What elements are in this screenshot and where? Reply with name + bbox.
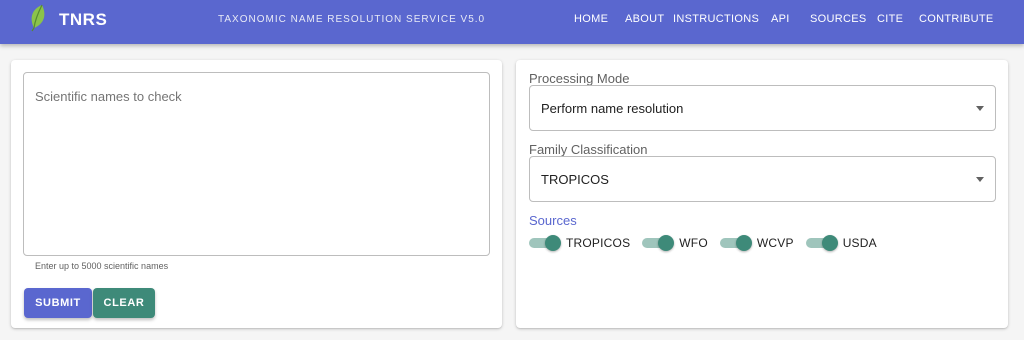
- options-card: Processing Mode Perform name resolution …: [516, 60, 1008, 328]
- processing-mode-value: Perform name resolution: [541, 101, 684, 116]
- family-classification-select[interactable]: TROPICOS: [529, 156, 996, 202]
- names-card: Scientific names to check Enter up to 50…: [11, 60, 502, 328]
- names-placeholder: Scientific names to check: [35, 89, 182, 104]
- source-label-tropicos: TROPICOS: [566, 236, 631, 250]
- source-toggle-wfo[interactable]: WFO: [642, 235, 708, 251]
- family-classification-value: TROPICOS: [541, 172, 609, 187]
- source-label-wfo: WFO: [679, 236, 708, 250]
- toggle-switch[interactable]: [805, 235, 838, 251]
- brand-name[interactable]: TNRS: [59, 10, 107, 30]
- clear-button[interactable]: CLEAR: [93, 288, 155, 318]
- nav-home[interactable]: HOME: [574, 13, 608, 25]
- sources-toggles: TROPICOS WFO WCVP USDA: [529, 235, 889, 251]
- leaf-icon[interactable]: [28, 4, 48, 32]
- toggle-switch[interactable]: [719, 235, 752, 251]
- nav-about[interactable]: ABOUT: [625, 13, 664, 25]
- toggle-switch[interactable]: [642, 235, 675, 251]
- sources-label: Sources: [529, 213, 577, 228]
- app-subtitle: TAXONOMIC NAME RESOLUTION SERVICE V5.0: [218, 14, 486, 25]
- names-helper-text: Enter up to 5000 scientific names: [35, 261, 169, 271]
- nav-cite[interactable]: CITE: [877, 13, 903, 25]
- scientific-names-input[interactable]: Scientific names to check: [23, 72, 490, 256]
- app-bar: TNRS TAXONOMIC NAME RESOLUTION SERVICE V…: [0, 0, 1024, 44]
- toggle-switch[interactable]: [529, 235, 561, 251]
- processing-mode-label: Processing Mode: [529, 71, 630, 86]
- source-label-usda: USDA: [842, 236, 877, 250]
- chevron-down-icon: [976, 177, 984, 182]
- source-toggle-wcvp[interactable]: WCVP: [719, 235, 794, 251]
- nav-api[interactable]: API: [771, 13, 790, 25]
- nav-contribute[interactable]: CONTRIBUTE: [919, 13, 994, 25]
- submit-button[interactable]: SUBMIT: [24, 288, 92, 318]
- source-label-wcvp: WCVP: [756, 236, 794, 250]
- processing-mode-select[interactable]: Perform name resolution: [529, 85, 996, 131]
- source-toggle-usda[interactable]: USDA: [805, 235, 877, 251]
- nav-instructions[interactable]: INSTRUCTIONS: [673, 13, 759, 25]
- chevron-down-icon: [976, 106, 984, 111]
- family-classification-label: Family Classification: [529, 142, 648, 157]
- source-toggle-tropicos[interactable]: TROPICOS: [529, 235, 630, 251]
- nav-sources[interactable]: SOURCES: [810, 13, 867, 25]
